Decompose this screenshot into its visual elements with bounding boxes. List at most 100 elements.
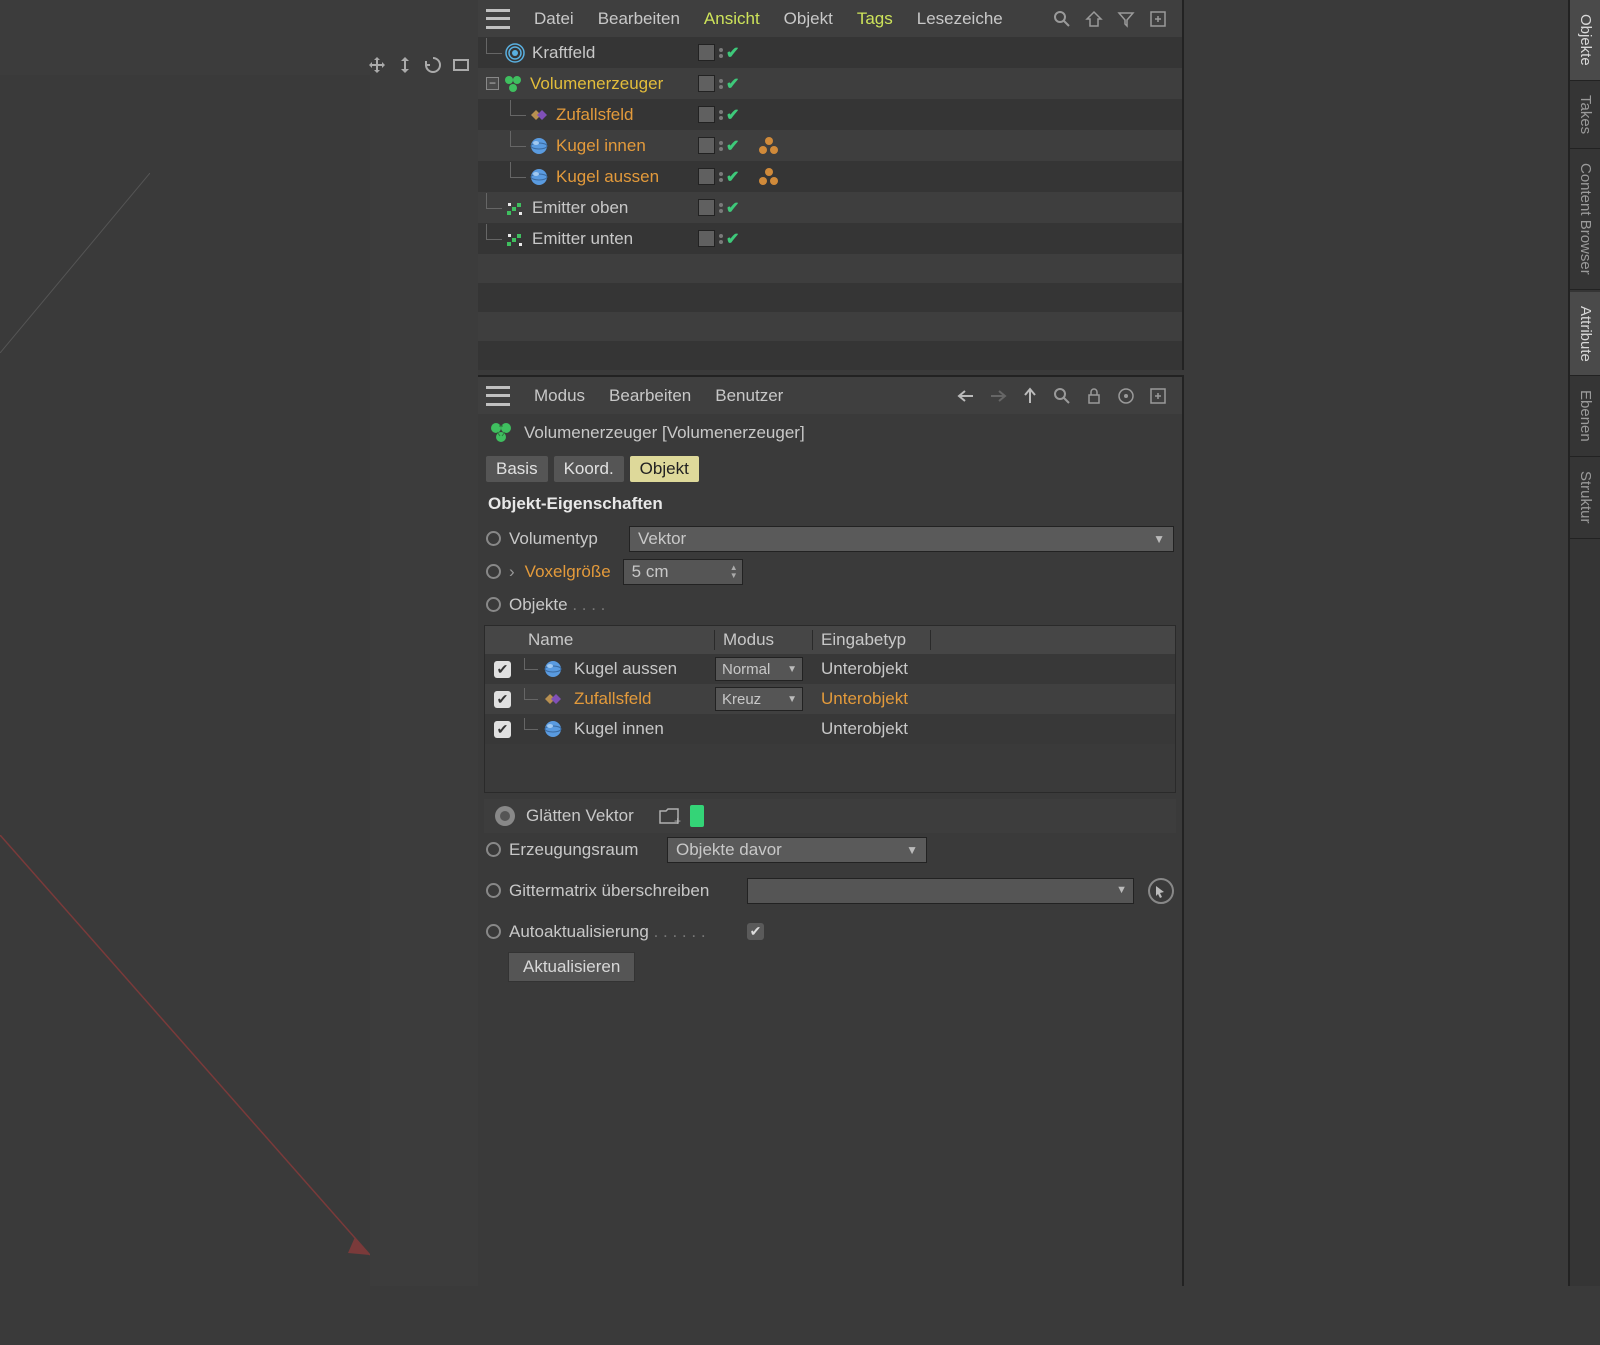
visibility-toggle[interactable]: ✔ <box>719 167 739 187</box>
up-icon[interactable] <box>1018 384 1042 408</box>
menu-edit[interactable]: Bearbeiten <box>597 386 703 406</box>
tree-row[interactable]: − Volumenerzeuger ✔ <box>478 68 1182 99</box>
object-tree[interactable]: Kraftfeld✔−Volumenerzeuger✔Zufallsfeld✔K… <box>478 37 1182 370</box>
update-button[interactable]: Aktualisieren <box>508 952 635 982</box>
menu-edit[interactable]: Bearbeiten <box>586 9 692 29</box>
row-name: Kugel innen <box>574 719 664 739</box>
mode-dropdown[interactable]: Kreuz▼ <box>715 687 803 711</box>
add-panel-icon[interactable] <box>1146 384 1170 408</box>
anim-bullet[interactable] <box>486 531 501 546</box>
table-row[interactable]: ✔Kugel aussenNormal▼Unterobjekt <box>485 654 1175 684</box>
viewport[interactable] <box>0 0 478 1286</box>
home-icon[interactable] <box>1082 7 1106 31</box>
object-label[interactable]: Emitter oben <box>532 198 628 218</box>
side-tab-content-browser[interactable]: Content Browser <box>1570 149 1600 290</box>
disclosure-icon[interactable]: › <box>509 562 515 582</box>
col-name[interactable]: Name <box>520 630 715 650</box>
object-label[interactable]: Volumenerzeuger <box>530 74 663 94</box>
menu-tags[interactable]: Tags <box>845 9 905 29</box>
back-icon[interactable] <box>954 384 978 408</box>
hamburger-icon[interactable] <box>486 386 510 406</box>
filter-active-icon[interactable] <box>690 805 704 827</box>
side-tab-objects[interactable]: Objekte <box>1570 0 1600 81</box>
viewport-zoom-icon[interactable] <box>394 54 416 76</box>
filter-icon[interactable] <box>1114 7 1138 31</box>
col-mode[interactable]: Modus <box>715 630 813 650</box>
layer-tag[interactable] <box>698 168 715 185</box>
row-checkbox[interactable]: ✔ <box>494 661 511 678</box>
menu-mode[interactable]: Modus <box>522 386 597 406</box>
table-row[interactable]: ✔ZufallsfeldKreuz▼Unterobjekt <box>485 684 1175 714</box>
layer-tag[interactable] <box>698 230 715 247</box>
anim-bullet[interactable] <box>486 883 501 898</box>
menu-bookmarks[interactable]: Lesezeiche <box>905 9 1015 29</box>
row-checkbox[interactable]: ✔ <box>494 721 511 738</box>
visibility-toggle[interactable]: ✔ <box>719 105 739 125</box>
anim-bullet[interactable] <box>486 597 501 612</box>
checkbox-auto-update[interactable]: ✔ <box>747 923 764 940</box>
visibility-toggle[interactable]: ✔ <box>719 136 739 156</box>
search-icon[interactable] <box>1050 384 1074 408</box>
layer-tag[interactable] <box>698 199 715 216</box>
side-tab-structure[interactable]: Struktur <box>1570 457 1600 539</box>
anim-bullet[interactable] <box>486 924 501 939</box>
picker-icon[interactable] <box>1148 878 1174 904</box>
dynamics-tag[interactable] <box>758 136 778 156</box>
forward-icon[interactable] <box>986 384 1010 408</box>
tree-row[interactable]: Emitter oben ✔ <box>478 192 1182 223</box>
viewport-frame-icon[interactable] <box>450 54 472 76</box>
object-label[interactable]: Emitter unten <box>532 229 633 249</box>
random-field-icon <box>528 104 550 126</box>
layer-tag[interactable] <box>698 106 715 123</box>
layer-tag[interactable] <box>698 44 715 61</box>
visibility-toggle[interactable]: ✔ <box>719 198 739 218</box>
viewport-rotate-icon[interactable] <box>422 54 444 76</box>
tree-row[interactable]: Emitter unten ✔ <box>478 223 1182 254</box>
tree-row[interactable]: Kraftfeld ✔ <box>478 37 1182 68</box>
search-icon[interactable] <box>1050 7 1074 31</box>
viewport-move-icon[interactable] <box>366 54 388 76</box>
emitter-icon <box>504 197 526 219</box>
visibility-toggle[interactable]: ✔ <box>719 229 739 249</box>
layer-tag[interactable] <box>698 137 715 154</box>
objects-table: Name Modus Eingabetyp ✔ Kugel aussen Norma… <box>484 625 1176 793</box>
tree-row[interactable]: Kugel aussen ✔ <box>478 161 1182 192</box>
object-label[interactable]: Kraftfeld <box>532 43 595 63</box>
row-name: Kugel aussen <box>574 659 677 679</box>
dynamics-tag[interactable] <box>758 167 778 187</box>
lock-icon[interactable] <box>1082 384 1106 408</box>
visibility-toggle[interactable]: ✔ <box>719 74 739 94</box>
table-row[interactable]: ✔Kugel innenUnterobjekt <box>485 714 1175 744</box>
target-icon[interactable] <box>1114 384 1138 408</box>
visibility-toggle[interactable]: ✔ <box>719 43 739 63</box>
tree-row[interactable]: Kugel innen ✔ <box>478 130 1182 161</box>
side-tab-takes[interactable]: Takes <box>1570 81 1600 149</box>
menu-user[interactable]: Benutzer <box>703 386 795 406</box>
field-override-grid[interactable]: ▼ <box>747 878 1134 904</box>
menu-file[interactable]: Datei <box>522 9 586 29</box>
object-label[interactable]: Kugel aussen <box>556 167 659 187</box>
tab-coord[interactable]: Koord. <box>554 456 624 482</box>
hamburger-icon[interactable] <box>486 9 510 29</box>
menu-view[interactable]: Ansicht <box>692 9 772 29</box>
dropdown-creation-space[interactable]: Objekte davor▼ <box>667 837 927 863</box>
menu-object[interactable]: Objekt <box>772 9 845 29</box>
object-label[interactable]: Kugel innen <box>556 136 646 156</box>
row-checkbox[interactable]: ✔ <box>494 691 511 708</box>
side-tab-layers[interactable]: Ebenen <box>1570 376 1600 457</box>
tab-basis[interactable]: Basis <box>486 456 548 482</box>
anim-bullet[interactable] <box>486 564 501 579</box>
col-input-type[interactable]: Eingabetyp <box>813 630 931 650</box>
object-label[interactable]: Zufallsfeld <box>556 105 633 125</box>
expander-icon[interactable]: − <box>486 77 499 90</box>
anim-bullet[interactable] <box>486 842 501 857</box>
layer-tag[interactable] <box>698 75 715 92</box>
add-panel-icon[interactable] <box>1146 7 1170 31</box>
field-voxel-size[interactable]: 5 cm ▲▼ <box>623 559 743 585</box>
mode-dropdown[interactable]: Normal▼ <box>715 657 803 681</box>
tree-row[interactable]: Zufallsfeld ✔ <box>478 99 1182 130</box>
add-folder-icon[interactable]: + <box>658 805 682 827</box>
dropdown-volume-type[interactable]: Vektor▼ <box>629 526 1174 552</box>
side-tab-attribute[interactable]: Attribute <box>1570 292 1600 377</box>
tab-object[interactable]: Objekt <box>630 456 699 482</box>
